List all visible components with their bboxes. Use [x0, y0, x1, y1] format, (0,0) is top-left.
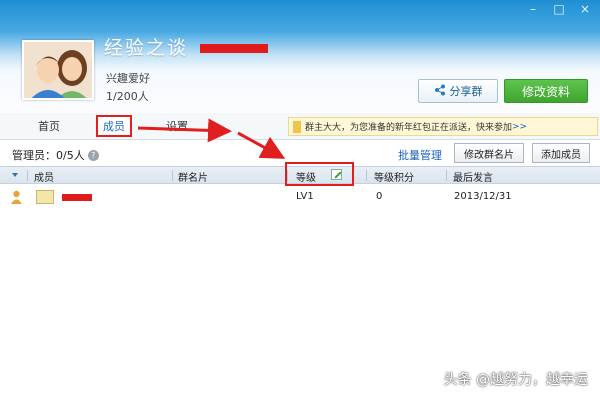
add-member-button[interactable]: 添加成员 — [532, 143, 590, 163]
member-last-speak: 2013/12/31 — [454, 191, 512, 202]
redaction-mark — [62, 194, 92, 201]
close-button[interactable]: × — [578, 2, 592, 16]
level-highlight-box — [285, 162, 354, 186]
minimize-button[interactable]: – — [526, 2, 540, 16]
column-divider — [366, 170, 367, 181]
admin-count-text: 管理员：0/5人 — [12, 149, 85, 162]
notice-text: 群主大大，为您准备的新年红包正在派送，快来参加 — [305, 123, 513, 133]
group-name: 经验之谈 — [104, 37, 189, 59]
column-divider — [446, 170, 447, 181]
tab-home[interactable]: 首页 — [38, 118, 60, 134]
window-controls: – □ × — [526, 2, 592, 16]
share-icon — [434, 84, 446, 99]
column-points[interactable]: 等级积分 — [374, 169, 414, 184]
sort-caret-icon[interactable] — [12, 173, 18, 177]
group-window: – □ × 经验之谈 兴趣爱好 1/200人 分享群 修改资料 首页 成员 设置… — [0, 0, 600, 400]
owner-icon — [10, 190, 23, 204]
member-level: LV1 — [296, 191, 314, 202]
notice-link[interactable]: >> — [512, 122, 527, 132]
member-points: 0 — [376, 191, 383, 202]
table-row[interactable]: LV1 0 2013/12/31 — [0, 187, 600, 207]
share-group-button[interactable]: 分享群 — [418, 79, 498, 103]
redaction-mark — [200, 44, 268, 53]
group-description: 兴趣爱好 — [106, 72, 150, 85]
column-last-speak[interactable]: 最后发言 — [453, 169, 493, 184]
tab-settings[interactable]: 设置 — [166, 118, 188, 134]
bookmark-icon — [293, 120, 301, 133]
notice-banner[interactable]: 群主大大，为您准备的新年红包正在派送，快来参加 >> — [288, 117, 598, 136]
group-header: – □ × 经验之谈 兴趣爱好 1/200人 分享群 修改资料 — [0, 0, 600, 113]
column-divider — [172, 170, 173, 181]
watermark: 头条 @越努力，越幸运 — [443, 372, 588, 388]
tab-members[interactable]: 成员 — [96, 115, 132, 137]
column-card[interactable]: 群名片 — [178, 169, 208, 184]
help-icon[interactable]: ? — [87, 149, 99, 161]
batch-manage-link[interactable]: 批量管理 — [398, 147, 442, 163]
member-avatar — [36, 190, 54, 204]
column-member[interactable]: 成员 — [34, 169, 54, 184]
column-divider — [27, 170, 28, 181]
maximize-button[interactable]: □ — [552, 2, 566, 16]
member-count: 1/200人 — [106, 90, 149, 103]
edit-profile-button[interactable]: 修改资料 — [504, 79, 588, 103]
edit-card-button[interactable]: 修改群名片 — [454, 143, 524, 163]
admin-count: 管理员：0/5人 ? — [12, 147, 99, 163]
share-label: 分享群 — [449, 85, 483, 98]
group-avatar[interactable] — [22, 40, 94, 100]
